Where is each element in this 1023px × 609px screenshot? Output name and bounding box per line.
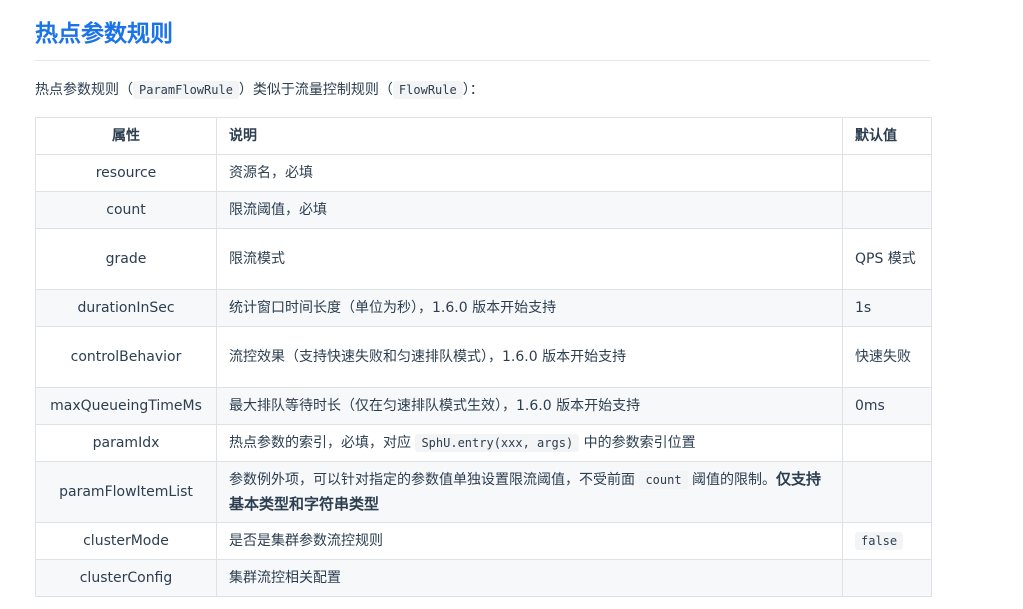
cell-desc: 集群流控相关配置	[216, 559, 843, 597]
cell-desc: 热点参数的索引，必填，对应 SphU.entry(xxx, args) 中的参数…	[216, 424, 843, 462]
desc-text: 热点参数的索引，必填，对应	[229, 435, 411, 451]
cell-desc: 资源名，必填	[216, 154, 843, 192]
cell-desc: 限流模式	[216, 228, 843, 290]
cell-default	[842, 461, 932, 523]
table-row: maxQueueingTimeMs 最大排队等待时长（仅在匀速排队模式生效），1…	[35, 387, 932, 425]
cell-desc: 最大排队等待时长（仅在匀速排队模式生效），1.6.0 版本开始支持	[216, 387, 843, 425]
table-row: resource 资源名，必填	[35, 154, 932, 192]
cell-desc: 流控效果（支持快速失败和匀速排队模式），1.6.0 版本开始支持	[216, 326, 843, 388]
table-row: count 限流阈值，必填	[35, 191, 932, 229]
cell-default	[842, 191, 932, 229]
cell-desc: 限流阈值，必填	[216, 191, 843, 229]
intro-suffix: ）：	[462, 82, 484, 98]
doc-section: 热点参数规则 热点参数规则（ ParamFlowRule ）类似于流量控制规则（ Fl…	[0, 0, 932, 597]
cell-name: grade	[35, 228, 217, 290]
table-row: grade 限流模式 QPS 模式	[35, 228, 932, 290]
table-row: paramIdx 热点参数的索引，必填，对应 SphU.entry(xxx, a…	[35, 424, 932, 462]
cell-default	[842, 424, 932, 462]
cell-default	[842, 154, 932, 192]
table-header-row: 属性 说明 默认值	[35, 117, 932, 155]
header-attribute: 属性	[35, 117, 217, 155]
cell-default: 0ms	[842, 387, 932, 425]
cell-name: paramFlowItemList	[35, 461, 217, 523]
header-default: 默认值	[842, 117, 932, 155]
inline-code-flowrule: FlowRule	[392, 81, 463, 99]
cell-name: paramIdx	[35, 424, 217, 462]
table-row: clusterConfig 集群流控相关配置	[35, 559, 932, 597]
cell-desc: 统计窗口时间长度（单位为秒），1.6.0 版本开始支持	[216, 289, 843, 327]
section-heading: 热点参数规则	[35, 16, 930, 61]
intro-middle: ）类似于流量控制规则（	[238, 82, 393, 98]
inline-code-false: false	[855, 532, 904, 550]
desc-text: 参数例外项，可以针对指定的参数值单独设置限流阈值，不受前面	[229, 472, 635, 488]
cell-name: durationInSec	[35, 289, 217, 327]
cell-name: resource	[35, 154, 217, 192]
cell-default: QPS 模式	[842, 228, 932, 290]
cell-default: 快速失败	[842, 326, 932, 388]
cell-name: clusterConfig	[35, 559, 217, 597]
intro-prefix: 热点参数规则（	[35, 82, 133, 98]
cell-name: clusterMode	[35, 522, 217, 560]
table-row: controlBehavior 流控效果（支持快速失败和匀速排队模式），1.6.…	[35, 326, 932, 388]
header-description: 说明	[216, 117, 843, 155]
cell-default	[842, 559, 932, 597]
desc-text: 中的参数索引位置	[583, 435, 696, 451]
desc-text: 阈值的限制。	[692, 472, 777, 488]
table-row: clusterMode 是否是集群参数流控规则 false	[35, 522, 932, 560]
inline-code-paramflowrule: ParamFlowRule	[133, 81, 239, 99]
cell-desc: 是否是集群参数流控规则	[216, 522, 843, 560]
cell-name: maxQueueingTimeMs	[35, 387, 217, 425]
inline-code-count: count	[639, 471, 688, 489]
cell-default: 1s	[842, 289, 932, 327]
cell-name: count	[35, 191, 217, 229]
cell-name: controlBehavior	[35, 326, 217, 388]
cell-desc: 参数例外项，可以针对指定的参数值单独设置限流阈值，不受前面 count 阈值的限…	[216, 461, 843, 523]
rule-attributes-table: 属性 说明 默认值 resource 资源名，必填 count 限流阈值，必填 …	[35, 117, 932, 597]
intro-paragraph: 热点参数规则（ ParamFlowRule ）类似于流量控制规则（ FlowRule）…	[35, 79, 930, 101]
table-row: durationInSec 统计窗口时间长度（单位为秒），1.6.0 版本开始支…	[35, 289, 932, 327]
cell-default: false	[842, 522, 932, 560]
inline-code-sphu-entry: SphU.entry(xxx, args)	[415, 434, 580, 452]
table-row: paramFlowItemList 参数例外项，可以针对指定的参数值单独设置限流…	[35, 461, 932, 523]
